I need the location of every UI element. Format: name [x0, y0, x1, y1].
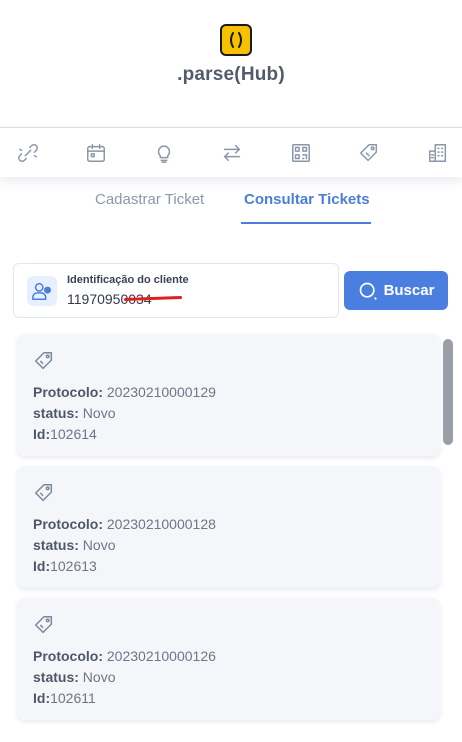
tab-consultar-tickets[interactable]: Consultar Tickets	[244, 191, 370, 208]
ticket-tag-icon	[33, 614, 55, 636]
parenthesis-logo-icon	[230, 32, 242, 48]
nav-qr-code-icon[interactable]	[288, 140, 314, 166]
scrollbar-thumb[interactable]	[443, 339, 453, 445]
nav-calendar-icon[interactable]	[83, 140, 109, 166]
ticket-tabs: Cadastrar Ticket Consultar Tickets	[0, 188, 462, 228]
ticket-status: status: Novo	[33, 405, 116, 421]
user-icon	[27, 276, 57, 306]
ticket-protocol: Protocolo: 20230210000126	[33, 648, 216, 664]
search-button[interactable]: Buscar	[344, 271, 448, 310]
search-button-label: Buscar	[383, 282, 435, 299]
active-tab-indicator	[241, 222, 371, 224]
ticket-status: status: Novo	[33, 669, 116, 685]
nav-link-icon[interactable]	[15, 140, 41, 166]
ticket-tag-icon	[33, 482, 55, 504]
nav-tag-icon[interactable]	[356, 140, 382, 166]
nav-transfer-icon[interactable]	[219, 140, 245, 166]
ticket-protocol: Protocolo: 20230210000128	[33, 516, 216, 532]
client-search-field[interactable]: Identificação do cliente	[13, 263, 339, 318]
tab-cadastrar-ticket[interactable]: Cadastrar Ticket	[95, 191, 204, 208]
nav-building-icon[interactable]	[425, 140, 451, 166]
nav-lightbulb-icon[interactable]	[151, 140, 177, 166]
ticket-id: Id:102611	[33, 690, 96, 706]
ticket-id: Id:102613	[33, 558, 97, 574]
app-name: .parse(Hub)	[177, 64, 285, 85]
ticket-protocol: Protocolo: 20230210000129	[33, 384, 216, 400]
ticket-card[interactable]: Protocolo: 20230210000126 status: Novo I…	[17, 598, 440, 720]
ticket-tag-icon	[33, 350, 55, 372]
ticket-status: status: Novo	[33, 537, 116, 553]
ticket-list[interactable]: Protocolo: 20230210000129 status: Novo I…	[0, 330, 462, 742]
search-icon	[359, 282, 377, 300]
ticket-card[interactable]: Protocolo: 20230210000129 status: Novo I…	[17, 334, 440, 456]
ticket-card[interactable]: Protocolo: 20230210000128 status: Novo I…	[17, 466, 440, 588]
app-header: .parse(Hub)	[0, 0, 462, 128]
ticket-id: Id:102614	[33, 426, 97, 442]
top-nav	[0, 127, 462, 177]
client-search-label: Identificação do cliente	[67, 274, 189, 286]
app-logo	[220, 24, 252, 56]
